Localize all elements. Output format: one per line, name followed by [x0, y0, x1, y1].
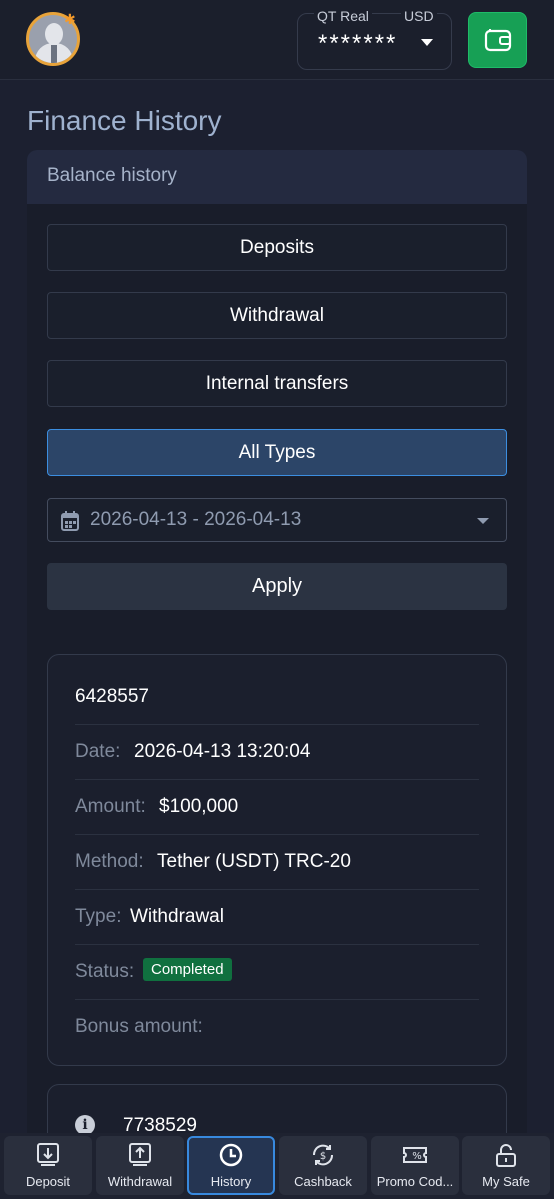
- nav-withdrawal[interactable]: Withdrawal: [96, 1136, 184, 1195]
- svg-text:$: $: [320, 1151, 326, 1162]
- safe-icon: [496, 1144, 516, 1167]
- transaction-bonus-row: Bonus amount:: [75, 1000, 479, 1055]
- account-balance-masked: *******: [318, 30, 398, 57]
- chevron-down-icon: [477, 518, 489, 524]
- wallet-icon: [484, 29, 511, 52]
- transaction-id: 6428557: [75, 686, 149, 707]
- account-type-label: QT Real: [314, 8, 372, 24]
- filter-all-types-button[interactable]: All Types: [47, 429, 507, 476]
- nav-withdrawal-label: Withdrawal: [107, 1174, 173, 1189]
- status-badge: Completed: [143, 958, 232, 981]
- balance-history-title: Balance history: [47, 165, 177, 186]
- withdrawal-icon: [129, 1143, 151, 1166]
- filter-internal-transfers-button[interactable]: Internal transfers: [47, 360, 507, 407]
- nav-deposit-label: Deposit: [25, 1174, 71, 1189]
- promo-code-icon: %: [403, 1147, 427, 1163]
- transaction-method-row: Method: Tether (USDT) TRC-20: [75, 835, 479, 890]
- cashback-icon: $: [312, 1144, 334, 1166]
- transaction-id-row: 6428557: [75, 670, 479, 725]
- date-range-picker[interactable]: 2026-04-13 - 2026-04-13: [47, 498, 507, 542]
- balance-history-header: Balance history: [27, 150, 527, 204]
- filter-withdrawal-button[interactable]: Withdrawal: [47, 292, 507, 339]
- bottom-navigation: Deposit Withdrawal History $ Cashback % …: [0, 1133, 554, 1199]
- avatar-tie-shape: [51, 45, 57, 63]
- top-header: ✱ QT Real USD *******: [0, 0, 554, 80]
- transaction-amount-row: Amount: $100,000: [75, 780, 479, 835]
- avatar-status-badge-icon: ✱: [64, 12, 76, 28]
- account-currency-label: USD: [401, 8, 437, 24]
- page-title: Finance History: [27, 105, 222, 136]
- nav-my-safe[interactable]: My Safe: [462, 1136, 550, 1195]
- transaction-status-row: Status: Completed: [75, 945, 479, 1000]
- nav-my-safe-label: My Safe: [482, 1174, 530, 1189]
- nav-promo-code-label: Promo Cod...: [376, 1174, 454, 1189]
- date-range-value: 2026-04-13 - 2026-04-13: [90, 509, 302, 530]
- wallet-button[interactable]: [468, 12, 527, 68]
- type-value: Withdrawal: [130, 906, 224, 927]
- history-icon: [219, 1143, 243, 1167]
- chevron-down-icon: [421, 39, 433, 46]
- nav-history-label: History: [210, 1174, 252, 1189]
- transaction-date-row: Date: 2026-04-13 13:20:04: [75, 725, 479, 780]
- status-label: Status:: [75, 961, 135, 982]
- filter-deposits-button[interactable]: Deposits: [47, 224, 507, 271]
- bonus-amount-label: Bonus amount:: [75, 1016, 203, 1037]
- date-label: Date:: [75, 741, 121, 762]
- deposit-icon: [37, 1143, 59, 1166]
- calendar-icon: [61, 511, 79, 531]
- type-label: Type:: [75, 906, 122, 927]
- nav-deposit[interactable]: Deposit: [4, 1136, 92, 1195]
- nav-cashback-label: Cashback: [294, 1174, 352, 1189]
- nav-promo-code[interactable]: % Promo Cod...: [371, 1136, 459, 1195]
- balance-history-card: Balance history Deposits Withdrawal Inte…: [27, 150, 527, 1164]
- transaction-card: 6428557 Date: 2026-04-13 13:20:04 Amount…: [47, 654, 507, 1066]
- account-selector[interactable]: QT Real USD *******: [297, 8, 452, 70]
- method-value: Tether (USDT) TRC-20: [157, 851, 351, 872]
- info-icon: i: [75, 1115, 95, 1135]
- method-label: Method:: [75, 851, 144, 872]
- svg-text:%: %: [412, 1151, 422, 1162]
- transaction-type-row: Type: Withdrawal: [75, 890, 479, 945]
- nav-cashback[interactable]: $ Cashback: [279, 1136, 367, 1195]
- apply-button[interactable]: Apply: [47, 563, 507, 610]
- amount-label: Amount:: [75, 796, 146, 817]
- amount-value: $100,000: [159, 796, 239, 817]
- nav-history[interactable]: History: [187, 1136, 275, 1195]
- date-value: 2026-04-13 13:20:04: [134, 741, 311, 762]
- avatar-head-shape: [45, 23, 63, 45]
